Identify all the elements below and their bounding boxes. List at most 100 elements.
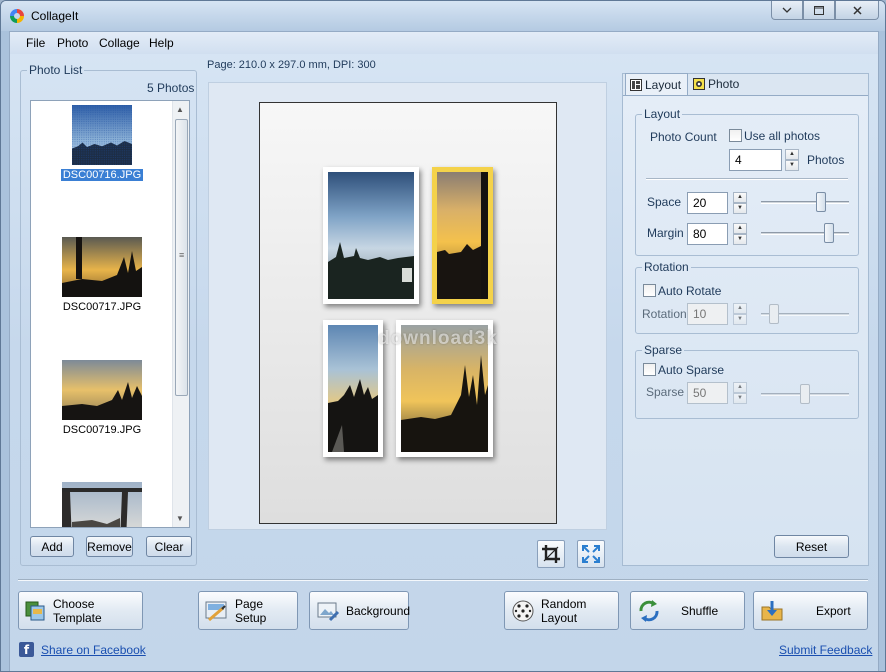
collage-photo: [437, 172, 488, 299]
photos-unit-label: Photos: [807, 153, 845, 167]
chevron-down-icon: [782, 7, 792, 13]
background-button[interactable]: Background: [309, 591, 410, 630]
collageit-logo-icon: [10, 9, 24, 23]
space-input[interactable]: [687, 192, 728, 214]
add-photo-button[interactable]: Add: [30, 536, 74, 557]
space-slider-thumb[interactable]: [816, 192, 826, 212]
export-icon: [761, 600, 783, 620]
maximize-button[interactable]: [803, 1, 835, 20]
photo-thumbnail: [72, 105, 132, 165]
rotation-spinner[interactable]: ▲ ▼: [733, 303, 747, 325]
auto-sparse-checkbox[interactable]: [643, 363, 656, 376]
sparse-spinner[interactable]: ▲ ▼: [733, 382, 747, 404]
margin-label: Margin: [647, 226, 684, 240]
scroll-up-icon[interactable]: ▲: [176, 105, 184, 114]
use-all-photos-checkbox[interactable]: [729, 129, 742, 142]
collage-page[interactable]: [259, 102, 557, 524]
page-setup-label: Page Setup: [235, 596, 267, 625]
close-icon: [852, 5, 862, 15]
layout-group-title: Layout: [644, 107, 681, 121]
tab-photo[interactable]: Photo: [689, 73, 745, 95]
photo-thumbnail: [62, 482, 142, 527]
clear-photos-button[interactable]: Clear: [146, 536, 192, 557]
margin-input[interactable]: [687, 223, 728, 245]
list-item[interactable]: DSC00716.JPG: [31, 105, 173, 181]
fit-page-button[interactable]: [577, 540, 605, 568]
menu-file[interactable]: File: [26, 36, 45, 50]
app-window: CollageIt File Photo Collage Help Photo …: [0, 0, 886, 672]
tab-layout-label: Layout: [645, 77, 682, 92]
margin-spinner[interactable]: ▲ ▼: [733, 223, 747, 245]
template-icon: [25, 601, 45, 620]
facebook-icon[interactable]: f: [19, 642, 34, 657]
auto-rotate-checkbox[interactable]: [643, 284, 656, 297]
shuffle-button[interactable]: Shuffle: [630, 591, 745, 630]
share-facebook-link[interactable]: Share on Facebook: [41, 643, 146, 657]
scroll-down-icon[interactable]: ▼: [176, 514, 184, 523]
list-item[interactable]: DSC00719.JPG: [31, 360, 173, 436]
page-setup-icon: [205, 601, 227, 621]
sparse-label: Sparse: [646, 385, 685, 399]
remove-photo-button[interactable]: Remove: [86, 536, 133, 557]
choose-template-button[interactable]: Choose Template: [18, 591, 143, 630]
photo-count-spinner[interactable]: ▲ ▼: [785, 149, 799, 171]
photo-count-input[interactable]: [729, 149, 782, 171]
random-layout-button[interactable]: Random Layout: [504, 591, 619, 630]
sparse-slider-thumb[interactable]: [800, 384, 810, 404]
list-item[interactable]: [31, 482, 173, 527]
background-icon: [317, 602, 340, 621]
layout-icon: [630, 78, 642, 91]
tab-layout[interactable]: Layout: [625, 73, 689, 95]
main-area: File Photo Collage Help Photo List 5 Pho…: [9, 31, 879, 671]
crop-button[interactable]: [537, 540, 565, 568]
menu-help[interactable]: Help: [149, 36, 174, 50]
menu-photo[interactable]: Photo: [57, 36, 88, 50]
watermark: download3k: [378, 328, 498, 349]
minimize-button[interactable]: [771, 1, 803, 20]
margin-slider-track[interactable]: [761, 232, 849, 235]
export-button[interactable]: Export: [753, 591, 868, 630]
collage-canvas[interactable]: [208, 82, 607, 530]
rotation-input[interactable]: [687, 303, 728, 325]
space-spinner[interactable]: ▲ ▼: [733, 192, 747, 214]
reset-button[interactable]: Reset: [774, 535, 849, 558]
space-label: Space: [647, 195, 682, 209]
export-label: Export: [816, 603, 851, 618]
photo-list-title: Photo List: [29, 63, 83, 77]
space-slider-track[interactable]: [761, 201, 849, 204]
rotation-group-title: Rotation: [644, 260, 689, 274]
page-setup-button[interactable]: Page Setup: [198, 591, 298, 630]
photo-list[interactable]: DSC00716.JPG DSC00717.JPG DSC00719.JPG ▲…: [30, 100, 190, 528]
auto-rotate-label: Auto Rotate: [658, 284, 722, 298]
shuffle-label: Shuffle: [681, 603, 719, 618]
photo-icon: [693, 78, 705, 90]
photo-name: DSC00719.JPG: [62, 424, 142, 436]
collage-photo-frame[interactable]: [323, 320, 383, 457]
margin-slider-thumb[interactable]: [824, 223, 834, 243]
layout-divider: [646, 178, 848, 180]
use-all-photos-label: Use all photos: [744, 129, 821, 143]
photo-list-scrollbar[interactable]: ▲ ≡ ▼: [172, 101, 189, 527]
collage-photo: [328, 325, 378, 452]
sparse-input[interactable]: [687, 382, 728, 404]
photo-count: 5 Photos: [147, 81, 195, 95]
random-layout-label: Random Layout: [541, 596, 587, 625]
collage-photo-frame[interactable]: [323, 167, 419, 304]
page-info: Page: 210.0 x 297.0 mm, DPI: 300: [207, 59, 376, 71]
rotation-slider-thumb[interactable]: [769, 304, 779, 324]
photo-count-label: Photo Count: [650, 130, 717, 144]
collage-photo-frame-selected[interactable]: [432, 167, 493, 304]
tab-photo-label: Photo: [708, 77, 740, 91]
auto-sparse-label: Auto Sparse: [658, 363, 725, 377]
menu-collage[interactable]: Collage: [99, 36, 140, 50]
close-button[interactable]: [835, 1, 879, 20]
scroll-thumb[interactable]: ≡: [175, 119, 188, 396]
choose-template-label: Choose Template: [53, 596, 102, 625]
submit-feedback-link[interactable]: Submit Feedback: [779, 643, 872, 657]
sparse-group-title: Sparse: [644, 343, 683, 357]
list-item[interactable]: DSC00717.JPG: [31, 237, 173, 313]
sparse-group: Sparse: [635, 343, 859, 419]
collage-photo: [328, 172, 414, 299]
rotation-label: Rotation: [642, 307, 687, 321]
crop-icon: [542, 545, 560, 563]
